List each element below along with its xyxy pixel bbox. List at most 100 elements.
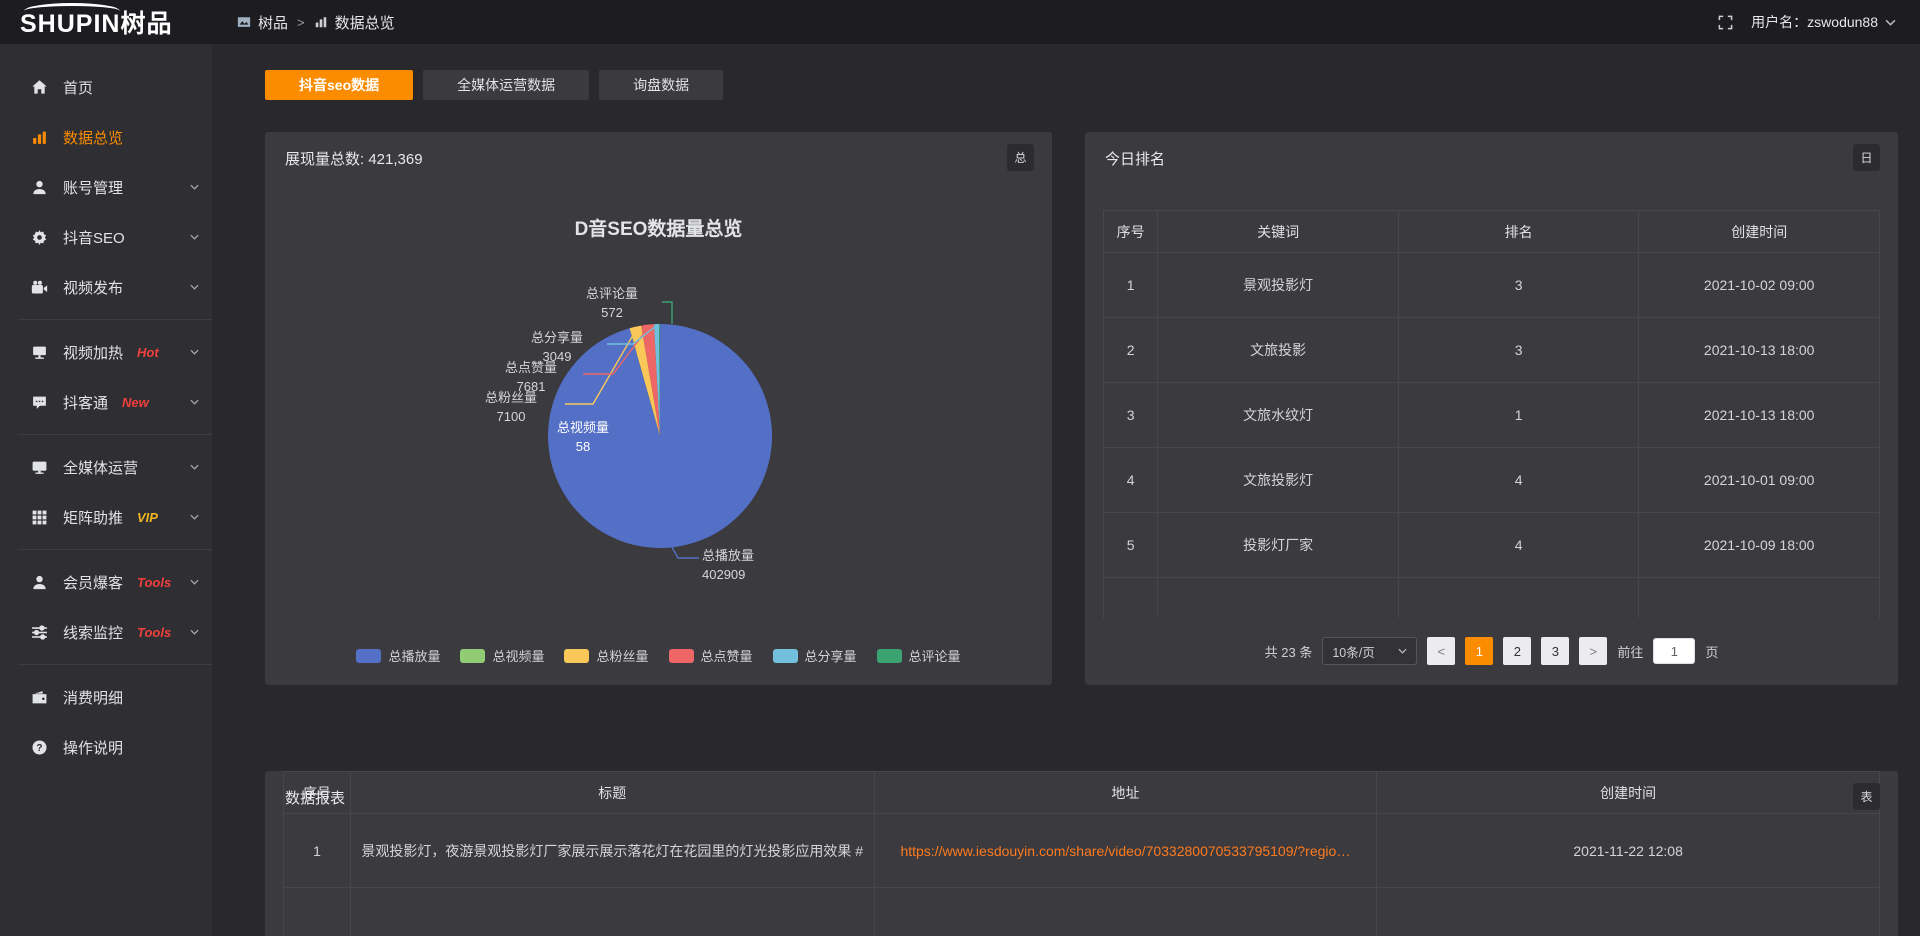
- table-row: 3文旅水纹灯12021-10-13 18:00: [1104, 383, 1880, 448]
- table-row: 1景观投影灯，夜游景观投影灯厂家展示展示落花灯在花园里的灯光投影应用效果 #ht…: [284, 814, 1880, 888]
- chat-icon: [30, 394, 48, 411]
- sidebar-item-douyin-seo[interactable]: 抖音SEO: [0, 212, 212, 262]
- sidebar-item-badge: New: [122, 395, 149, 410]
- table-row: 1景观投影灯32021-10-02 09:00: [1104, 253, 1880, 318]
- column-header: 标题: [351, 772, 874, 814]
- sidebar-item-video-publish[interactable]: 视频发布: [0, 262, 212, 312]
- table-cell: 文旅投影: [1158, 318, 1399, 383]
- goto-label: 前往: [1617, 642, 1643, 661]
- breadcrumb-current: 数据总览: [335, 12, 395, 33]
- ranking-title: 今日排名: [1105, 148, 1165, 169]
- chevron-down-icon: [190, 234, 199, 240]
- sidebar-item-douketong[interactable]: 抖客通 New: [0, 377, 212, 427]
- seo-overview-panel: 展现量总数: 421,369 总 D音SEO数据量总览 总评论量572 总分享量…: [265, 132, 1052, 685]
- legend-item-5[interactable]: 总评论量: [877, 646, 961, 665]
- table-row: 4文旅投影灯42021-10-01 09:00: [1104, 448, 1880, 513]
- sidebar-item-clue-monitor[interactable]: 线索监控Tools: [0, 607, 212, 657]
- sidebar-item-data-overview[interactable]: 数据总览: [0, 112, 212, 162]
- user-icon: [30, 179, 48, 196]
- legend-item-1[interactable]: 总视频量: [460, 646, 544, 665]
- chevron-down-icon: [190, 464, 199, 470]
- sidebar-item-label: 账号管理: [63, 177, 123, 198]
- column-header: 创建时间: [1639, 211, 1880, 253]
- cell-title: 景观投影灯，夜游景观投影灯厂家展示展示落花灯在花园里的灯光投影应用效果 #: [351, 814, 874, 888]
- sliders-icon: [30, 624, 48, 641]
- chevron-down-icon: [190, 349, 199, 355]
- legend-swatch: [669, 649, 694, 663]
- svg-text:?: ?: [36, 743, 42, 754]
- sidebar-item-media-operation[interactable]: 全媒体运营: [0, 442, 212, 492]
- legend-swatch: [877, 649, 902, 663]
- sidebar-item-matrix-boost[interactable]: 矩阵助推VIP: [0, 492, 212, 542]
- legend-item-0[interactable]: 总播放量: [356, 646, 440, 665]
- chart-bars-icon: [314, 15, 328, 29]
- table-cell: 4: [1398, 513, 1639, 578]
- pie-chart[interactable]: [265, 132, 1052, 685]
- legend-label: 总点赞量: [701, 646, 753, 665]
- table-cell: 3: [1398, 253, 1639, 318]
- user-menu[interactable]: 用户名：zswodun88: [1751, 12, 1896, 32]
- sidebar-item-label: 抖音SEO: [63, 227, 125, 248]
- screen-icon: [30, 344, 48, 361]
- table-header-row: 序号标题地址创建时间: [284, 772, 1880, 814]
- report-title: 数据报表: [285, 787, 345, 808]
- question-icon: ?: [30, 739, 48, 756]
- empty-row: [1104, 578, 1880, 618]
- divider: [18, 549, 212, 550]
- chart-legend: 总播放量 总视频量 总粉丝量 总点赞量 总分享量 总评论量: [265, 646, 1052, 665]
- table-cell: 2021-10-01 09:00: [1639, 448, 1880, 513]
- chevron-down-icon: [190, 579, 199, 585]
- today-ranking-panel: 今日排名 日 序号关键词排名创建时间1景观投影灯32021-10-02 09:0…: [1085, 132, 1898, 685]
- sidebar-item-consumption-detail[interactable]: 消费明细: [0, 672, 212, 722]
- tab-douyin-seo-data[interactable]: 抖音seo数据: [265, 70, 413, 100]
- day-badge-button[interactable]: 日: [1853, 144, 1880, 171]
- chevron-down-icon: [190, 284, 199, 290]
- sidebar-item-account-management[interactable]: 账号管理: [0, 162, 212, 212]
- breadcrumb-separator: >: [297, 15, 305, 30]
- tab-inquiry-data[interactable]: 询盘数据: [599, 70, 723, 100]
- legend-item-3[interactable]: 总点赞量: [669, 646, 753, 665]
- sidebar-item-home[interactable]: 首页: [0, 62, 212, 112]
- divider: [18, 319, 212, 320]
- app-window-icon: [237, 15, 251, 29]
- table-cell: 2021-10-13 18:00: [1639, 318, 1880, 383]
- table-cell: 5: [1104, 513, 1158, 578]
- table-badge-button[interactable]: 表: [1853, 783, 1880, 810]
- column-header: 创建时间: [1377, 772, 1880, 814]
- prev-page-button[interactable]: <: [1427, 637, 1455, 665]
- legend-item-2[interactable]: 总粉丝量: [564, 646, 648, 665]
- sidebar-item-label: 全媒体运营: [63, 457, 138, 478]
- tab-media-operation-data[interactable]: 全媒体运营数据: [423, 70, 589, 100]
- page-size-select[interactable]: 10条/页: [1322, 637, 1417, 665]
- app-logo[interactable]: SHUPIN树品: [0, 0, 212, 44]
- page-button-1[interactable]: 1: [1465, 637, 1493, 665]
- table-cell: 2021-10-13 18:00: [1639, 383, 1880, 448]
- legend-item-4[interactable]: 总分享量: [773, 646, 857, 665]
- column-header: 排名: [1398, 211, 1639, 253]
- ranking-table: 序号关键词排名创建时间1景观投影灯32021-10-02 09:002文旅投影3…: [1103, 210, 1880, 618]
- video-camera-icon: [30, 279, 48, 296]
- goto-page-input[interactable]: [1653, 638, 1695, 664]
- table-cell: 2021-10-09 18:00: [1639, 513, 1880, 578]
- pie-label-comments: 总评论量572: [565, 284, 659, 322]
- sidebar-item-badge: Hot: [137, 345, 159, 360]
- page-button-3[interactable]: 3: [1541, 637, 1569, 665]
- sidebar-item-help[interactable]: ? 操作说明: [0, 722, 212, 772]
- fullscreen-icon[interactable]: [1718, 15, 1733, 30]
- report-table: 序号标题地址创建时间1景观投影灯，夜游景观投影灯厂家展示展示落花灯在花园里的灯光…: [283, 771, 1880, 936]
- breadcrumb-root[interactable]: 树品: [258, 12, 288, 33]
- pie-label-plays: 总播放量402909: [702, 546, 812, 584]
- table-cell: 2: [1104, 318, 1158, 383]
- table-cell: 2021-10-02 09:00: [1639, 253, 1880, 318]
- column-header: 关键词: [1158, 211, 1399, 253]
- sidebar-item-label: 操作说明: [63, 737, 123, 758]
- page-button-2[interactable]: 2: [1503, 637, 1531, 665]
- table-cell: 投影灯厂家: [1158, 513, 1399, 578]
- sidebar-item-label: 抖客通: [63, 392, 108, 413]
- next-page-button[interactable]: >: [1579, 637, 1607, 665]
- sidebar-item-member-baoke[interactable]: 会员爆客Tools: [0, 557, 212, 607]
- legend-swatch: [356, 649, 381, 663]
- sidebar-item-video-heat[interactable]: 视频加热Hot: [0, 327, 212, 377]
- divider: [18, 434, 212, 435]
- video-link[interactable]: https://www.iesdouyin.com/share/video/70…: [900, 843, 1350, 859]
